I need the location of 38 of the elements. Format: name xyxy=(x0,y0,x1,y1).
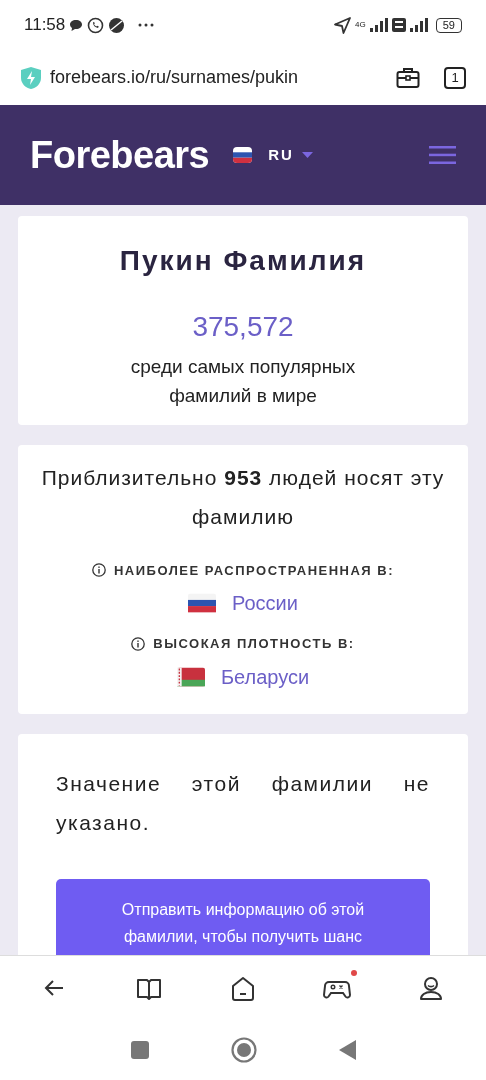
phone-chat-icon xyxy=(87,16,105,34)
location-arrow-icon xyxy=(334,16,352,34)
home-circle-icon[interactable] xyxy=(230,1037,257,1063)
info-icon xyxy=(91,563,106,578)
logo[interactable]: Forebears xyxy=(30,126,210,184)
circle-icon xyxy=(108,16,126,34)
info-icon xyxy=(131,636,146,651)
flag-icon xyxy=(188,593,217,614)
rank-caption: среди самых популярных фамилий в мире xyxy=(129,355,357,409)
square-icon[interactable] xyxy=(130,1041,149,1059)
profile-icon[interactable] xyxy=(417,974,445,1002)
battery-level: 59 xyxy=(435,17,462,33)
more-icon xyxy=(137,22,156,28)
caret-icon[interactable] xyxy=(301,152,313,158)
flag-icon xyxy=(233,147,253,163)
surname-title: Пукин Фамилия xyxy=(118,244,368,278)
people-count-text: Приблизительно 953 людей носят эту фамилию xyxy=(40,464,446,530)
language-selector[interactable]: RU xyxy=(268,143,294,167)
flag-icon xyxy=(176,666,205,687)
meaning-text: Значение этой фамилии не указано. xyxy=(56,770,430,837)
rank-number: 375,572 xyxy=(191,310,295,344)
url-text[interactable]: forebears.io/ru/surnames/pukin xyxy=(50,64,396,91)
clock-time: 11:58 xyxy=(24,14,66,37)
submit-info-button[interactable]: Отправить информацию об этой фамилии, чтобы получить шанс xyxy=(56,879,430,955)
toolbox-icon[interactable] xyxy=(396,66,420,89)
stat-label: ВЫСОКАЯ ПЛОТНОСТЬ В: xyxy=(153,635,355,654)
country-link[interactable]: России xyxy=(232,588,298,619)
network-type: 4G xyxy=(355,18,366,31)
country-link[interactable]: Беларуси xyxy=(220,661,310,692)
chat-bubble-icon xyxy=(69,18,84,32)
signal-icon xyxy=(409,18,428,32)
shield-icon xyxy=(20,65,42,90)
tab-count-button[interactable]: 1 xyxy=(444,66,466,89)
menu-icon[interactable] xyxy=(429,146,456,164)
stat-label: НАИБОЛЕЕ РАСПРОСТРАНЕННАЯ В: xyxy=(113,561,395,580)
home-icon[interactable] xyxy=(229,974,257,1002)
back-triangle-icon[interactable] xyxy=(338,1040,356,1060)
signal-icon xyxy=(369,18,388,32)
